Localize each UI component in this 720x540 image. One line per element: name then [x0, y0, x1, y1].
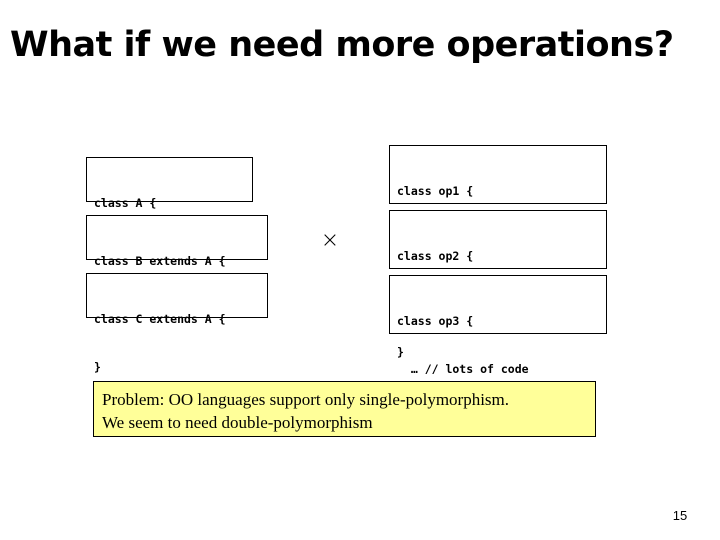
code-line: class op3 { — [397, 314, 474, 328]
problem-callout-line-1: Problem: OO languages support only singl… — [102, 390, 510, 409]
code-line: class op1 { — [397, 184, 474, 198]
code-box-class-b: class B extends A { } — [86, 215, 268, 316]
code-line: class op2 { — [397, 249, 474, 263]
slide-canvas: What if we need more operations? class A… — [0, 0, 720, 540]
code-box-op3: class op3 { … // lots of code } — [389, 275, 607, 424]
code-line: class B extends A { — [94, 254, 226, 268]
code-box-op2: class op2 { … // lots of code } — [389, 210, 607, 359]
times-operator-icon: × — [320, 228, 340, 253]
code-box-class-a: class A { } — [86, 157, 253, 258]
code-box-op1: class op1 { … // lots of code } — [389, 145, 607, 294]
page-title: What if we need more operations? — [10, 25, 674, 65]
code-box-class-c: class C extends A { } — [86, 273, 268, 374]
page-number: 15 — [672, 508, 688, 523]
code-line: class C extends A { — [94, 312, 226, 326]
code-line: … // lots of code — [397, 362, 529, 376]
problem-callout-line-2: We seem to need double-polymorphism — [102, 413, 373, 432]
code-line: } — [94, 360, 101, 374]
code-line: class A { — [94, 196, 157, 210]
problem-callout: Problem: OO languages support only singl… — [93, 381, 596, 437]
